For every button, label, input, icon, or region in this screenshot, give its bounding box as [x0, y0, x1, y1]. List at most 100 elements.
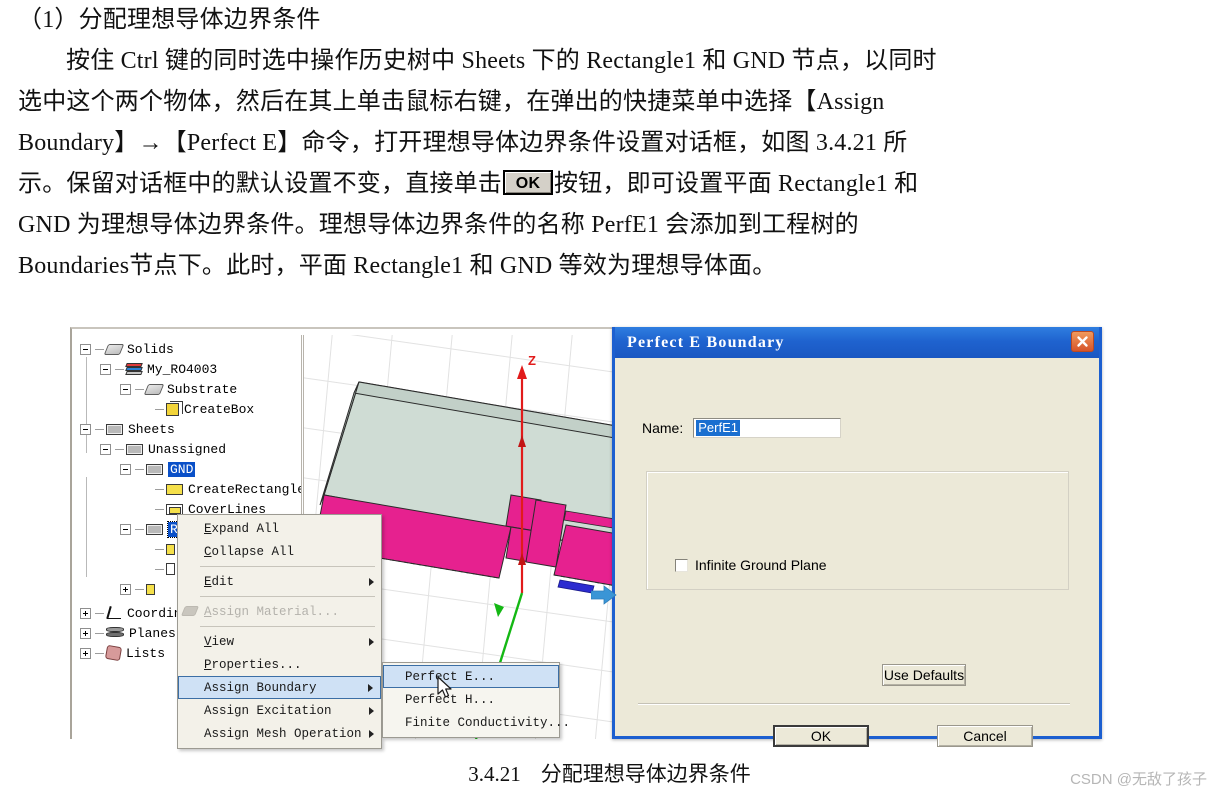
- flow-arrow-icon: [591, 585, 617, 605]
- menu-item-assign-mesh-operation[interactable]: Assign Mesh Operation: [178, 722, 381, 745]
- tree-connector: [115, 448, 124, 450]
- submenu-arrow-icon: [368, 683, 373, 692]
- tree-item-createbox[interactable]: CreateBox: [80, 399, 301, 419]
- collapse-toggle-icon[interactable]: [80, 343, 91, 355]
- paragraph-line-3: Boundary】→【Perfect E】命令，打开理想导体边界条件设置对话框，…: [18, 130, 908, 156]
- tree-item-sheets[interactable]: Sheets: [80, 419, 301, 439]
- collapse-toggle-icon[interactable]: [120, 383, 131, 395]
- planes-icon: [106, 627, 124, 639]
- svg-text:Z: Z: [528, 353, 536, 368]
- name-input-value: PerfE1: [696, 420, 740, 436]
- collapse-toggle-icon[interactable]: [120, 523, 131, 535]
- yellow-rect-icon: [166, 543, 175, 555]
- cover-lines-icon: [166, 503, 183, 515]
- tree-connector: [135, 388, 144, 390]
- menu-item-assign-material: Assign Material...: [178, 600, 381, 623]
- menu-item-assign-excitation[interactable]: Assign Excitation: [178, 699, 381, 722]
- document-text: （1）分配理想导体边界条件 按住 Ctrl 键的同时选中操作历史树中 Sheet…: [0, 0, 1219, 287]
- collapse-toggle-icon[interactable]: [80, 423, 91, 435]
- menu-item-assign-boundary[interactable]: Assign Boundary: [178, 676, 381, 699]
- expand-toggle-icon[interactable]: [80, 627, 91, 639]
- name-input[interactable]: PerfE1: [693, 418, 842, 438]
- tree-connector: [155, 568, 164, 570]
- menu-item-properties[interactable]: Properties...: [178, 653, 381, 676]
- tree-connector: [135, 528, 144, 530]
- sheet-icon: [126, 443, 143, 455]
- submenu-arrow-icon: [369, 637, 374, 646]
- tree-item-label: Unassigned: [148, 441, 227, 457]
- use-defaults-button[interactable]: Use Defaults: [882, 664, 966, 686]
- close-x-glyph: [1077, 336, 1088, 347]
- tree-connector: [115, 368, 124, 370]
- menu-item-edit[interactable]: Edit: [178, 570, 381, 593]
- tree-item-unassigned[interactable]: Unassigned: [80, 439, 301, 459]
- submenu-item-label: Finite Conductivity...: [405, 715, 571, 730]
- collapse-toggle-icon[interactable]: [100, 443, 111, 455]
- expand-toggle-icon[interactable]: [80, 647, 91, 659]
- tree-item-label: Planes: [129, 625, 176, 641]
- box-icon: [166, 400, 183, 416]
- submenu-item-label: Perfect H...: [405, 692, 496, 707]
- options-group-box: Infinite Ground Plane: [646, 471, 1069, 590]
- tree-item-label: Solids: [127, 341, 174, 357]
- expand-toggle-icon[interactable]: [120, 583, 131, 595]
- yellow-rect-icon: [166, 483, 183, 495]
- paragraph-line-5: GND 为理想导体边界条件。理想导体边界条件的名称 PerfE1 会添加到工程树…: [18, 212, 859, 238]
- dialog-separator: [638, 703, 1070, 704]
- menu-separator: [200, 626, 375, 627]
- tree-item-label: Lists: [126, 645, 166, 661]
- infinite-ground-plane-row[interactable]: Infinite Ground Plane: [675, 557, 827, 573]
- tree-item-label: Sheets: [128, 421, 175, 437]
- tree-connector: [135, 468, 144, 470]
- collapse-toggle-icon[interactable]: [100, 363, 111, 375]
- menu-item-label: Assign Mesh Operation: [204, 726, 362, 741]
- watermark: CSDN @无敌了孩子: [1070, 771, 1207, 788]
- menu-item-expand-all[interactable]: EExpand Allxpand All: [178, 517, 381, 540]
- context-menu[interactable]: EExpand Allxpand All Collapse All Edit A…: [177, 514, 382, 749]
- figure-screenshot: Solids My_RO4003 Substrate CreateBox She…: [70, 327, 1102, 749]
- tree-item-gnd[interactable]: GND: [80, 459, 301, 479]
- tree-item-my-ro4003[interactable]: My_RO4003: [80, 359, 301, 379]
- submenu-item-finite-conductivity[interactable]: Finite Conductivity...: [383, 711, 570, 734]
- paragraph-line-4-part-a: 示。保留对话框中的默认设置不变，直接单击: [18, 171, 502, 197]
- material-stack-icon: [125, 363, 143, 375]
- perfect-e-boundary-dialog[interactable]: Perfect E Boundary Name: PerfE1 Infinite…: [612, 327, 1102, 747]
- tree-connector: [135, 588, 144, 590]
- menu-item-view[interactable]: View: [178, 630, 381, 653]
- tree-item-label: Substrate: [167, 381, 238, 397]
- menu-item-collapse-all[interactable]: Collapse All: [178, 540, 381, 563]
- dialog-body: Name: PerfE1 Infinite Ground Plane Use D…: [615, 358, 1099, 747]
- figure-number: 3.4.21: [468, 762, 521, 786]
- sheet-icon: [146, 523, 163, 535]
- tree-connector: [95, 632, 104, 634]
- submenu-item-perfect-e[interactable]: Perfect E...: [383, 665, 559, 688]
- cancel-label: Cancel: [963, 728, 1007, 744]
- infinite-ground-plane-checkbox[interactable]: [675, 558, 688, 572]
- cancel-button[interactable]: Cancel: [937, 725, 1033, 747]
- figure-caption: 3.4.21 分配理想导体边界条件: [0, 758, 1219, 788]
- submenu-arrow-icon: [369, 577, 374, 586]
- name-label: Name:: [642, 420, 684, 436]
- paragraph-line-6: Boundaries节点下。此时，平面 Rectangle1 和 GND 等效为…: [18, 253, 777, 279]
- infinite-ground-plane-label: Infinite Ground Plane: [695, 557, 827, 573]
- ok-button[interactable]: OK: [773, 725, 869, 747]
- submenu-item-perfect-h[interactable]: Perfect H...: [383, 688, 559, 711]
- tree-item-solids[interactable]: Solids: [80, 339, 301, 359]
- menu-separator: [200, 566, 375, 567]
- paragraph-line-1: 按住 Ctrl 键的同时选中操作历史树中 Sheets 下的 Rectangle…: [66, 48, 937, 74]
- assign-boundary-submenu[interactable]: Perfect E... Perfect H... Finite Conduct…: [382, 662, 570, 738]
- menu-item-label: Assign Excitation: [204, 703, 332, 718]
- collapse-toggle-icon[interactable]: [120, 463, 131, 475]
- paragraph-line-2: 选中这个两个物体，然后在其上单击鼠标右键，在弹出的快捷菜单中选择【Assign: [18, 89, 885, 115]
- tree-connector: [155, 548, 164, 550]
- tree-item-createrectangle[interactable]: CreateRectangle: [80, 479, 301, 499]
- solid-icon: [143, 383, 165, 395]
- tree-item-substrate[interactable]: Substrate: [80, 379, 301, 399]
- dialog-title-bar[interactable]: Perfect E Boundary: [615, 327, 1099, 358]
- close-icon[interactable]: [1071, 331, 1094, 352]
- tree-connector: [95, 612, 104, 614]
- expand-toggle-icon[interactable]: [80, 607, 91, 619]
